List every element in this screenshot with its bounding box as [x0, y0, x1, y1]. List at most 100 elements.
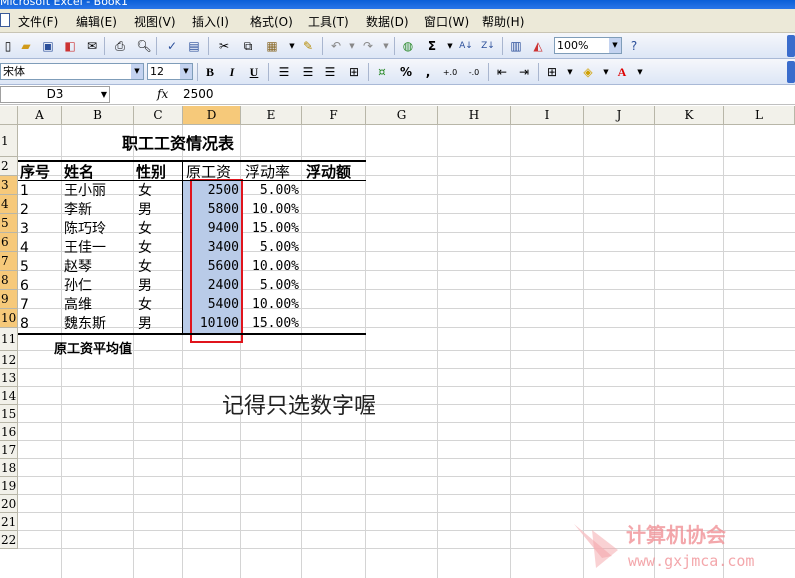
row-header-10[interactable]: 10 — [0, 309, 18, 328]
zoom-select[interactable]: 100% ▼ — [554, 37, 622, 54]
zoom-dropdown-icon[interactable]: ▼ — [609, 38, 621, 53]
row-header-6[interactable]: 6 — [0, 233, 18, 252]
research-icon[interactable]: ▤ — [186, 38, 202, 54]
bold-button[interactable]: B — [202, 64, 218, 80]
row-header-2[interactable]: 2 — [0, 157, 18, 176]
undo-dropdown-icon[interactable]: ▼ — [344, 38, 360, 54]
align-left-icon[interactable]: ☰ — [276, 64, 292, 80]
row-header-4[interactable]: 4 — [0, 195, 18, 214]
sort-descending-icon[interactable]: Z↓ — [480, 38, 496, 54]
cell-no[interactable]: 3 — [20, 220, 29, 238]
print-preview-icon[interactable]: 🔍︎ — [136, 38, 152, 54]
open-icon[interactable]: ▰ — [18, 38, 34, 54]
row-header-18[interactable]: 18 — [0, 459, 18, 477]
column-header-d[interactable]: D — [183, 106, 241, 125]
cell-sex[interactable]: 男 — [138, 315, 152, 333]
cell-rate[interactable]: 5.00% — [243, 239, 299, 257]
increase-decimal-icon[interactable]: +.0 — [442, 64, 458, 80]
cell-name[interactable]: 孙仁 — [64, 277, 92, 295]
menu-help[interactable]: 帮助(H) — [482, 13, 524, 30]
paste-dropdown-icon[interactable]: ▼ — [284, 38, 300, 54]
row-header-9[interactable]: 9 — [0, 290, 18, 309]
permission-icon[interactable]: ◧ — [62, 38, 78, 54]
name-box-dropdown-icon[interactable]: ▼ — [101, 87, 107, 102]
row-header-11[interactable]: 11 — [0, 328, 18, 351]
toolbar-options-grip-2[interactable] — [787, 61, 795, 83]
increase-indent-icon[interactable]: ⇥ — [516, 64, 532, 80]
menu-insert[interactable]: 插入(I) — [192, 13, 229, 30]
row-header-14[interactable]: 14 — [0, 387, 18, 405]
row-header-21[interactable]: 21 — [0, 513, 18, 531]
select-all-corner[interactable] — [0, 106, 18, 125]
cell-name[interactable]: 王佳一 — [64, 239, 106, 257]
redo-icon[interactable]: ↷ — [360, 38, 376, 54]
cell-name[interactable]: 高维 — [64, 296, 92, 314]
column-header-h[interactable]: H — [438, 106, 511, 125]
menu-tools[interactable]: 工具(T) — [308, 13, 349, 30]
row-header-12[interactable]: 12 — [0, 351, 18, 369]
cell-name[interactable]: 魏东斯 — [64, 315, 106, 333]
currency-icon[interactable]: ¤ — [374, 64, 390, 80]
cell-no[interactable]: 1 — [20, 182, 29, 200]
row-header-16[interactable]: 16 — [0, 423, 18, 441]
undo-icon[interactable]: ↶ — [328, 38, 344, 54]
column-header-f[interactable]: F — [302, 106, 366, 125]
spelling-icon[interactable]: ✓ — [164, 38, 180, 54]
menu-window[interactable]: 窗口(W) — [424, 13, 469, 30]
email-icon[interactable]: ✉ — [84, 38, 100, 54]
cell-no[interactable]: 5 — [20, 258, 29, 276]
cell-no[interactable]: 8 — [20, 315, 29, 333]
cell-rate[interactable]: 5.00% — [243, 277, 299, 295]
format-painter-icon[interactable]: ✎ — [300, 38, 316, 54]
font-size-dropdown-icon[interactable]: ▼ — [180, 64, 192, 79]
italic-button[interactable]: I — [224, 64, 240, 80]
header-amount[interactable]: 浮动额 — [306, 163, 351, 181]
fill-color-dropdown-icon[interactable]: ▼ — [598, 64, 614, 80]
column-header-b[interactable]: B — [62, 106, 134, 125]
cell-name[interactable]: 李新 — [64, 201, 92, 219]
column-header-k[interactable]: K — [655, 106, 724, 125]
row-header-7[interactable]: 7 — [0, 252, 18, 271]
header-rate[interactable]: 浮动率 — [245, 163, 290, 181]
column-header-g[interactable]: G — [366, 106, 438, 125]
drawing-icon[interactable]: ◭ — [530, 38, 546, 54]
cell-sex[interactable]: 女 — [138, 258, 152, 276]
align-right-icon[interactable]: ☰ — [322, 64, 338, 80]
cell-rate[interactable]: 10.00% — [243, 296, 299, 314]
autosum-icon[interactable]: Σ — [424, 38, 440, 54]
redo-dropdown-icon[interactable]: ▼ — [378, 38, 394, 54]
decrease-decimal-icon[interactable]: -.0 — [466, 64, 482, 80]
insert-function-icon[interactable]: fx — [157, 87, 168, 101]
cell-name[interactable]: 陈巧玲 — [64, 220, 106, 238]
average-label[interactable]: 原工资平均值 — [54, 341, 132, 359]
cell-rate[interactable]: 15.00% — [243, 220, 299, 238]
paste-icon[interactable]: ▦ — [264, 38, 280, 54]
cell-no[interactable]: 4 — [20, 239, 29, 257]
row-header-17[interactable]: 17 — [0, 441, 18, 459]
toolbar-options-grip[interactable] — [787, 35, 795, 57]
name-box[interactable]: D3 ▼ — [0, 86, 110, 103]
chart-wizard-icon[interactable]: ▥ — [508, 38, 524, 54]
cut-icon[interactable]: ✂ — [216, 38, 232, 54]
decrease-indent-icon[interactable]: ⇤ — [494, 64, 510, 80]
cell-rate[interactable]: 10.00% — [243, 258, 299, 276]
cell-name[interactable]: 王小丽 — [64, 182, 106, 200]
font-color-dropdown-icon[interactable]: ▼ — [632, 64, 648, 80]
font-color-icon[interactable]: A — [614, 64, 630, 80]
formula-input[interactable]: 2500 — [183, 87, 214, 101]
cell-sex[interactable]: 女 — [138, 296, 152, 314]
font-size-select[interactable]: 12 ▼ — [147, 63, 193, 80]
column-header-a[interactable]: A — [18, 106, 62, 125]
cell-rate[interactable]: 15.00% — [243, 315, 299, 333]
cell-no[interactable]: 6 — [20, 277, 29, 295]
header-no[interactable]: 序号 — [20, 163, 50, 181]
help-icon[interactable]: ? — [626, 38, 642, 54]
cell-sex[interactable]: 女 — [138, 239, 152, 257]
row-header-15[interactable]: 15 — [0, 405, 18, 423]
font-name-select[interactable]: 宋体 ▼ — [0, 63, 144, 80]
comma-button[interactable]: , — [420, 64, 436, 80]
row-header-20[interactable]: 20 — [0, 495, 18, 513]
menu-format[interactable]: 格式(O) — [250, 13, 293, 30]
borders-dropdown-icon[interactable]: ▼ — [562, 64, 578, 80]
column-header-c[interactable]: C — [134, 106, 183, 125]
